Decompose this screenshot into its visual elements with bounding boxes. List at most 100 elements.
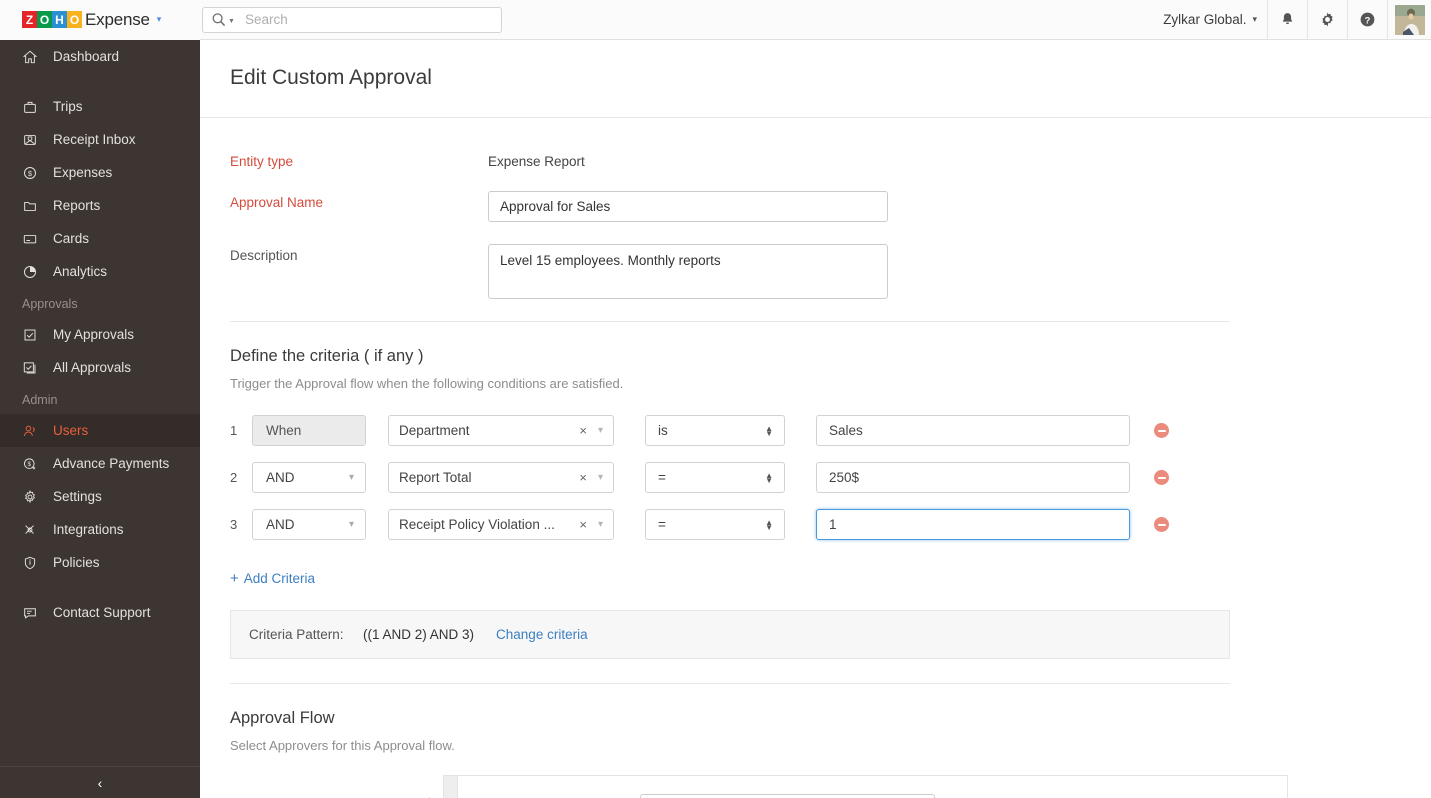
sidebar-item-label: Users bbox=[53, 423, 89, 438]
approval-flow-section: Approval Flow Select Approvers for this … bbox=[200, 683, 1431, 798]
inbox-icon bbox=[22, 132, 44, 148]
delete-criteria-button[interactable] bbox=[1154, 423, 1169, 438]
sidebar-item-my-approvals[interactable]: My Approvals bbox=[0, 318, 200, 351]
minus-icon bbox=[1157, 429, 1166, 432]
criteria-conjunction-select[interactable]: AND ▾ bbox=[252, 462, 366, 493]
approval-flow-title: Approval Flow bbox=[230, 709, 335, 727]
svg-text:?: ? bbox=[1365, 15, 1371, 26]
entity-type-label: Entity type bbox=[230, 154, 294, 169]
drag-handle[interactable] bbox=[444, 776, 458, 798]
sidebar-item-advance-payments[interactable]: $ Advance Payments bbox=[0, 447, 200, 480]
chevron-down-icon[interactable]: ▾ bbox=[349, 519, 354, 530]
approver-select[interactable]: Approver assigned while adding a ▾ bbox=[640, 794, 936, 798]
zoho-letter-z: Z bbox=[22, 11, 37, 28]
sidebar-item-label: Expenses bbox=[53, 165, 113, 180]
add-criteria-button[interactable]: + Add Criteria bbox=[230, 570, 315, 587]
help-button[interactable]: ? bbox=[1347, 0, 1387, 40]
clear-icon[interactable]: × bbox=[579, 423, 587, 438]
chevron-down-icon[interactable]: ▾ bbox=[598, 472, 603, 483]
sidebar-item-expenses[interactable]: $ Expenses bbox=[0, 156, 200, 189]
sidebar-item-integrations[interactable]: Integrations bbox=[0, 513, 200, 546]
avatar[interactable] bbox=[1394, 4, 1425, 35]
chevron-down-icon[interactable]: ▾ bbox=[157, 14, 162, 25]
delete-criteria-button[interactable] bbox=[1154, 470, 1169, 485]
sidebar-section-admin: Admin bbox=[22, 393, 58, 407]
change-criteria-link[interactable]: Change criteria bbox=[496, 627, 588, 642]
sidebar-item-all-approvals[interactable]: All Approvals bbox=[0, 351, 200, 384]
sidebar-item-label: Contact Support bbox=[53, 605, 151, 620]
sidebar-item-label: Settings bbox=[53, 489, 102, 504]
criteria-field-select[interactable]: Receipt Policy Violation ... × ▾ bbox=[388, 509, 614, 540]
brand-logo[interactable]: Z O H O Expense ▾ bbox=[0, 0, 200, 40]
sidebar-item-reports[interactable]: Reports bbox=[0, 189, 200, 222]
approval-level-label: Level 1 Approver bbox=[490, 780, 591, 798]
brand-product-name: Expense bbox=[85, 9, 150, 29]
sidebar-item-analytics[interactable]: Analytics bbox=[0, 255, 200, 288]
criteria-conjunction-label: AND bbox=[266, 517, 295, 532]
chevron-down-icon[interactable]: ▾ bbox=[598, 519, 603, 530]
criteria-pattern-label: Criteria Pattern: bbox=[249, 627, 344, 642]
criteria-operator-select[interactable]: = ▲ ▼ bbox=[645, 462, 785, 493]
header-actions: Zylkar Global. ▾ ? bbox=[1153, 0, 1431, 40]
approval-name-input[interactable] bbox=[488, 191, 888, 222]
chevron-down-icon[interactable]: ▾ bbox=[598, 425, 603, 436]
plus-icon: + bbox=[230, 570, 239, 587]
criteria-operator-select[interactable]: is ▲ ▼ bbox=[645, 415, 785, 446]
form-row-approval-name: Approval Name bbox=[230, 191, 1431, 222]
approval-form: Entity type Expense Report Approval Name… bbox=[200, 118, 1431, 299]
form-row-entity-type: Entity type Expense Report bbox=[230, 150, 1431, 169]
sidebar-item-contact-support[interactable]: Contact Support bbox=[0, 596, 200, 629]
gear-icon bbox=[1322, 12, 1333, 27]
sidebar-item-trips[interactable]: Trips bbox=[0, 90, 200, 123]
sidebar-item-cards[interactable]: Cards bbox=[0, 222, 200, 255]
minus-icon bbox=[1157, 476, 1166, 479]
criteria-operator-label: is bbox=[658, 423, 668, 438]
sidebar-item-label: My Approvals bbox=[53, 327, 135, 342]
delete-criteria-button[interactable] bbox=[1154, 517, 1169, 532]
criteria-operator-select[interactable]: = ▲ ▼ bbox=[645, 509, 785, 540]
criteria-conjunction-select[interactable]: AND ▾ bbox=[252, 509, 366, 540]
top-bar: Z O H O Expense ▾ ▼ Zylkar Global. ▾ bbox=[0, 0, 1431, 40]
chevron-down-icon[interactable]: ▾ bbox=[349, 472, 354, 483]
check-box-icon bbox=[22, 327, 44, 343]
sidebar-item-dashboard[interactable]: Dashboard bbox=[0, 40, 200, 73]
sidebar-item-users[interactable]: Users bbox=[0, 414, 200, 447]
criteria-value-input[interactable] bbox=[816, 509, 1130, 540]
sidebar-item-policies[interactable]: Policies bbox=[0, 546, 200, 579]
criteria-value-input[interactable] bbox=[816, 415, 1130, 446]
org-switcher[interactable]: Zylkar Global. ▾ bbox=[1153, 0, 1267, 40]
svg-text:$: $ bbox=[28, 169, 32, 177]
advance-payment-icon: $ bbox=[22, 456, 44, 472]
clear-icon[interactable]: × bbox=[579, 517, 587, 532]
spinner-arrows-icon: ▲ ▼ bbox=[765, 517, 773, 532]
card-icon bbox=[22, 231, 44, 247]
clear-icon[interactable]: × bbox=[579, 470, 587, 485]
integrations-icon bbox=[22, 522, 44, 538]
description-textarea[interactable]: Level 15 employees. Monthly reports bbox=[488, 244, 888, 299]
criteria-section-title: Define the criteria ( if any ) bbox=[230, 347, 424, 365]
page-title: Edit Custom Approval bbox=[230, 66, 432, 89]
notifications-button[interactable] bbox=[1267, 0, 1307, 40]
search-box[interactable]: ▼ bbox=[202, 6, 502, 33]
gear-icon bbox=[22, 489, 44, 505]
svg-text:$: $ bbox=[28, 461, 32, 468]
criteria-field-select[interactable]: Report Total × ▾ bbox=[388, 462, 614, 493]
search-input[interactable] bbox=[242, 11, 493, 28]
criteria-field-label: Report Total bbox=[399, 470, 472, 485]
criteria-pattern-value: ((1 AND 2) AND 3) bbox=[363, 627, 475, 642]
search-icon bbox=[212, 12, 226, 26]
criteria-value-input[interactable] bbox=[816, 462, 1130, 493]
sidebar-collapse-button[interactable]: ‹ bbox=[0, 766, 200, 798]
sidebar-item-settings[interactable]: Settings bbox=[0, 480, 200, 513]
criteria-field-label: Department bbox=[399, 423, 470, 438]
avatar-photo-icon bbox=[1394, 4, 1425, 35]
criteria-pattern-box: Criteria Pattern: ((1 AND 2) AND 3) Chan… bbox=[230, 610, 1230, 659]
criteria-field-select[interactable]: Department × ▾ bbox=[388, 415, 614, 446]
sidebar-item-label: Analytics bbox=[53, 264, 108, 279]
sidebar-item-receipt-inbox[interactable]: Receipt Inbox bbox=[0, 123, 200, 156]
avatar-cell[interactable] bbox=[1387, 0, 1431, 40]
settings-button[interactable] bbox=[1307, 0, 1347, 40]
criteria-field-label: Receipt Policy Violation ... bbox=[399, 517, 555, 532]
search-dropdown-caret-icon[interactable]: ▼ bbox=[228, 18, 235, 25]
